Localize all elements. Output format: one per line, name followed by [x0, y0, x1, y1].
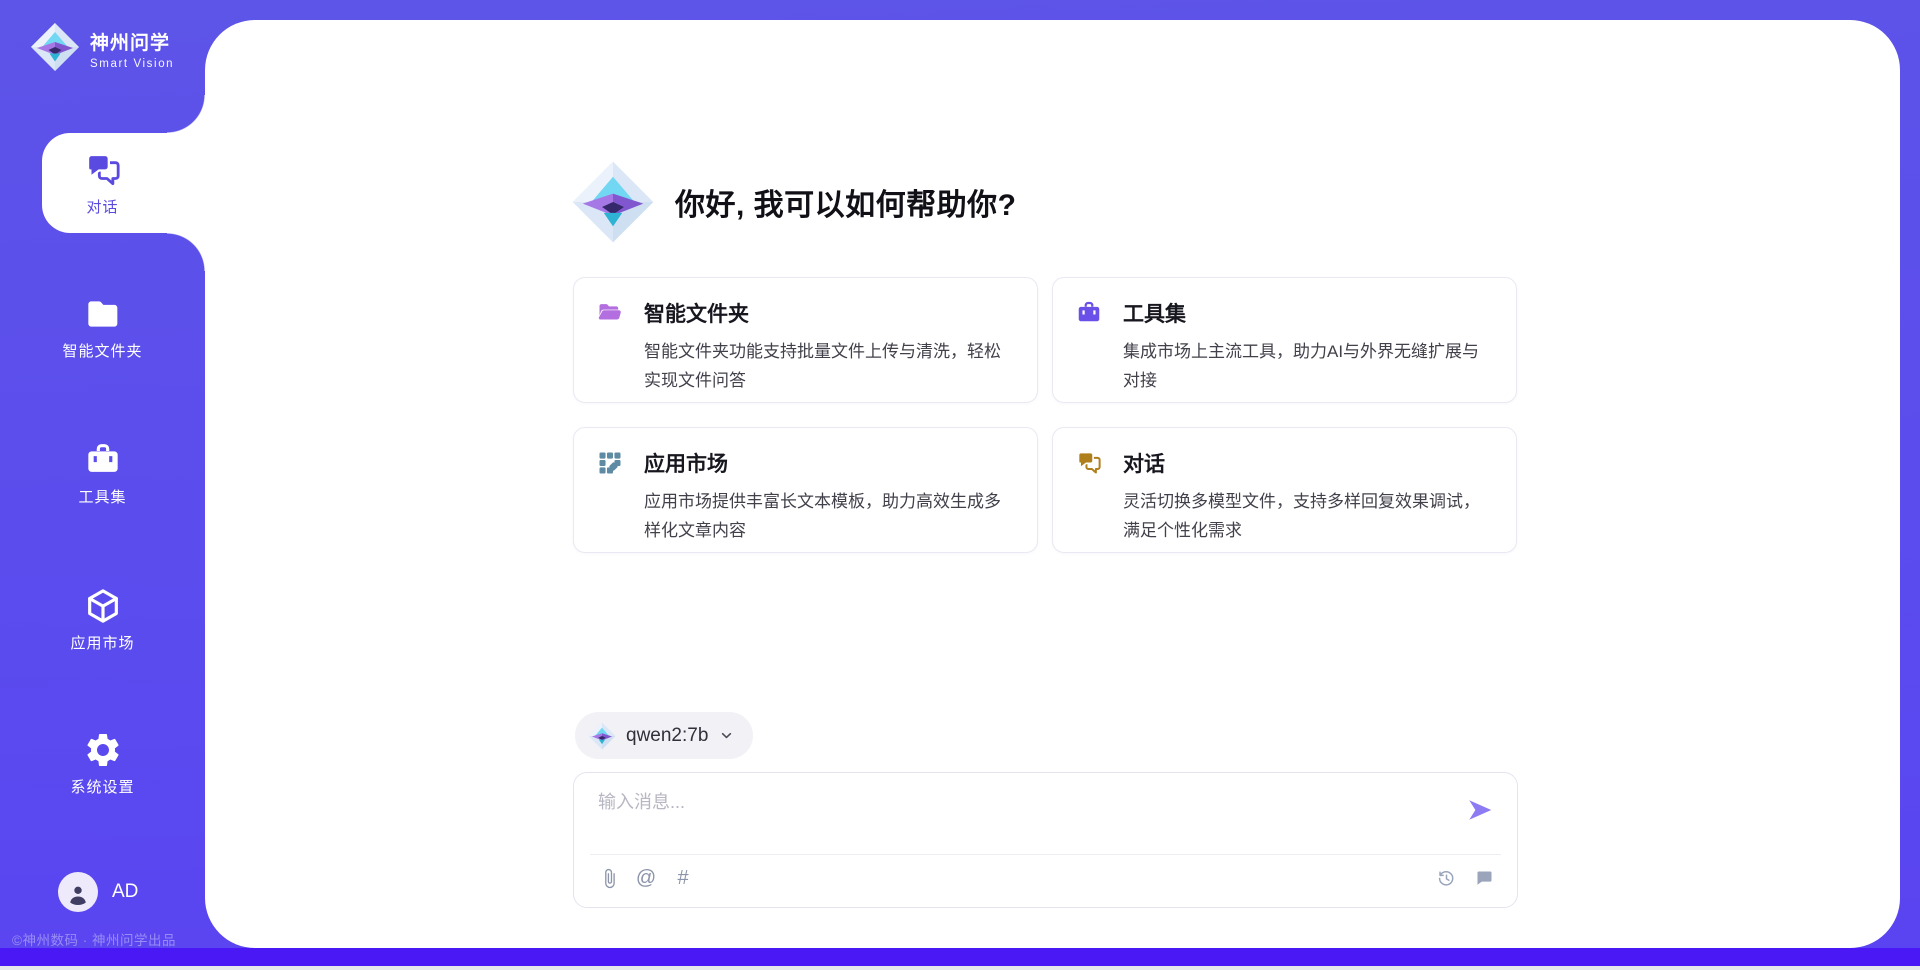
brand-name: 神州问学 [90, 28, 174, 55]
greeting-title: 你好, 我可以如何帮助你? [675, 180, 1017, 224]
sidebar-item-label: 系统设置 [0, 776, 205, 797]
at-icon[interactable]: @ [635, 867, 657, 889]
brand-block: 神州问学 Smart Vision [30, 22, 174, 72]
composer-right-toolbar [1435, 867, 1495, 889]
card-chat[interactable]: 对话 灵活切换多模型文件，支持多样回复效果调试，满足个性化需求 [1052, 427, 1517, 553]
user-account[interactable]: AD [58, 872, 138, 912]
hash-icon[interactable]: # [672, 867, 694, 889]
chevron-down-icon [718, 727, 735, 744]
card-title: 对话 [1123, 448, 1165, 478]
sidebar-item-label: 智能文件夹 [0, 340, 205, 361]
toolbox-icon [83, 440, 123, 480]
card-title: 工具集 [1123, 298, 1186, 328]
send-icon [1465, 795, 1495, 825]
model-name: qwen2:7b [626, 725, 708, 747]
gear-icon [83, 730, 123, 770]
logo-diamond-icon [571, 160, 655, 244]
comment-icon[interactable] [1473, 867, 1495, 889]
folder-icon [83, 294, 123, 334]
toolbox-icon [1075, 299, 1103, 327]
sidebar-item-settings[interactable]: 系统设置 [0, 730, 205, 797]
main-content-panel: 你好, 我可以如何帮助你? 智能文件夹 智能文件夹功能支持批量文件上传与清洗，轻… [205, 20, 1900, 948]
card-description: 灵活切换多模型文件，支持多样回复效果调试，满足个性化需求 [1123, 487, 1492, 545]
logo-diamond-icon [30, 22, 80, 72]
card-description: 集成市场上主流工具，助力AI与外界无缝扩展与对接 [1123, 337, 1492, 395]
card-title: 应用市场 [644, 448, 728, 478]
composer-divider [590, 854, 1501, 855]
sidebar-item-chat[interactable]: 对话 [0, 150, 205, 217]
bottom-accent-strip [0, 948, 1920, 966]
chat-icon [1075, 449, 1103, 477]
card-description: 应用市场提供丰富长文本模板，助力高效生成多样化文章内容 [644, 487, 1013, 545]
composer-toolbar: @ # [598, 867, 694, 889]
paperclip-icon[interactable] [598, 867, 620, 889]
card-description: 智能文件夹功能支持批量文件上传与清洗，轻松实现文件问答 [644, 337, 1013, 395]
sidebar-item-smart-folder[interactable]: 智能文件夹 [0, 294, 205, 361]
greeting-block: 你好, 我可以如何帮助你? [571, 160, 1017, 244]
cube-icon [83, 586, 123, 626]
user-label: AD [112, 881, 138, 903]
sidebar-item-label: 对话 [0, 196, 205, 217]
folder-open-icon [596, 299, 624, 327]
sidebar: 神州问学 Smart Vision 对话 智能文件夹 工具集 应用市场 系统设置 [0, 0, 205, 970]
sidebar-item-app-market[interactable]: 应用市场 [0, 586, 205, 653]
avatar [58, 872, 98, 912]
sidebar-item-label: 工具集 [0, 486, 205, 507]
brand-subtitle: Smart Vision [90, 58, 174, 70]
bottom-edge [0, 966, 1920, 970]
message-composer: @ # [573, 772, 1518, 908]
copyright-footer: ©神州数码 · 神州问学出品 [12, 929, 176, 949]
apps-grid-icon [596, 449, 624, 477]
logo-diamond-icon [588, 722, 616, 750]
feature-cards: 智能文件夹 智能文件夹功能支持批量文件上传与清洗，轻松实现文件问答 工具集 集成… [573, 277, 1517, 553]
sidebar-item-toolset[interactable]: 工具集 [0, 440, 205, 507]
message-input[interactable] [598, 788, 1428, 846]
sidebar-item-label: 应用市场 [0, 632, 205, 653]
chat-icon [83, 150, 123, 190]
history-icon[interactable] [1435, 867, 1457, 889]
card-toolset[interactable]: 工具集 集成市场上主流工具，助力AI与外界无缝扩展与对接 [1052, 277, 1517, 403]
card-title: 智能文件夹 [644, 298, 749, 328]
user-avatar-icon [65, 881, 91, 907]
card-app-market[interactable]: 应用市场 应用市场提供丰富长文本模板，助力高效生成多样化文章内容 [573, 427, 1038, 553]
model-selector[interactable]: qwen2:7b [575, 712, 753, 759]
app-window: 你好, 我可以如何帮助你? 智能文件夹 智能文件夹功能支持批量文件上传与清洗，轻… [0, 0, 1920, 970]
card-smart-folder[interactable]: 智能文件夹 智能文件夹功能支持批量文件上传与清洗，轻松实现文件问答 [573, 277, 1038, 403]
send-button[interactable] [1465, 795, 1495, 825]
